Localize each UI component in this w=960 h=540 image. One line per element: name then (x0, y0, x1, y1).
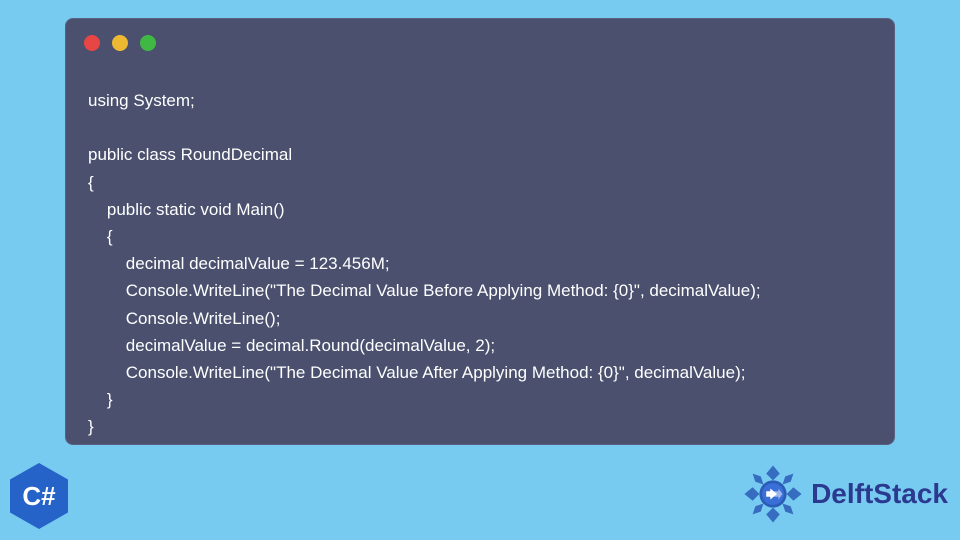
delftstack-logo-icon (739, 460, 807, 528)
csharp-language-badge: C# (8, 462, 70, 530)
window-controls (84, 35, 156, 51)
csharp-hexagon-icon: C# (10, 463, 68, 529)
delftstack-brand: DelftStack (739, 460, 948, 528)
close-icon (84, 35, 100, 51)
maximize-icon (140, 35, 156, 51)
code-block: using System; public class RoundDecimal … (88, 87, 761, 440)
delftstack-brand-text: DelftStack (811, 478, 948, 510)
code-window: using System; public class RoundDecimal … (65, 18, 895, 445)
minimize-icon (112, 35, 128, 51)
csharp-label: C# (22, 481, 55, 512)
